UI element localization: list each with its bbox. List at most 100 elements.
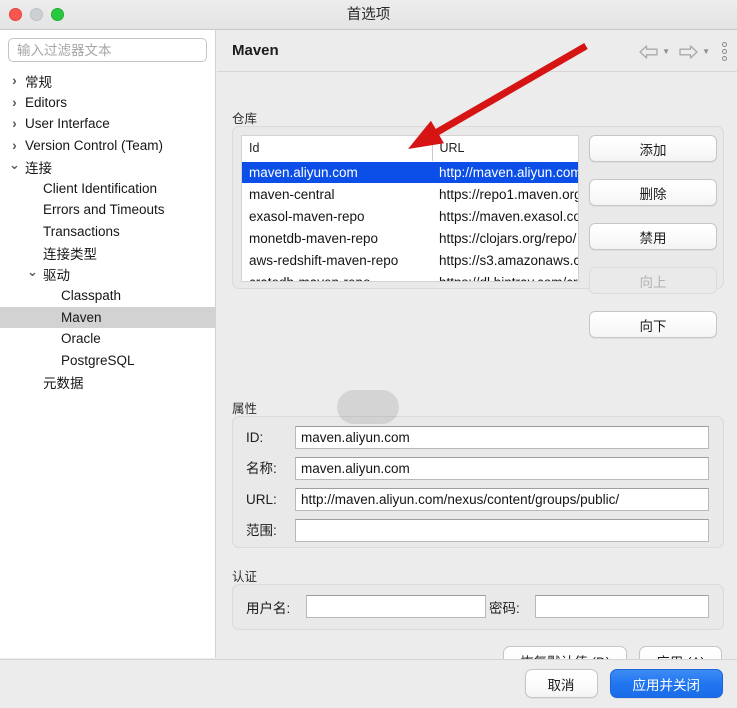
repositories-table-container[interactable]: Id URL maven.aliyun.comhttp://maven.aliy… xyxy=(241,135,579,282)
back-dropdown-caret-icon[interactable]: ▼ xyxy=(662,47,670,56)
sidebar-item-label: Maven xyxy=(61,310,102,325)
username-input[interactable] xyxy=(306,595,486,618)
username-label: 用户名: xyxy=(246,597,290,617)
cursor-artifact xyxy=(337,390,399,424)
sidebar-item-label: 连接 xyxy=(25,157,52,177)
content-header: Maven ▼ ▼ xyxy=(217,30,737,72)
sidebar-item-label: PostgreSQL xyxy=(61,353,135,368)
sidebar-item-oracle[interactable]: Oracle xyxy=(0,328,215,350)
cell-id: monetdb-maven-repo xyxy=(242,227,432,249)
sidebar-item-user-interface[interactable]: User Interface xyxy=(0,113,215,135)
sidebar-item-label: Oracle xyxy=(61,331,101,346)
cell-url: https://maven.exasol.com/artifactory/exa… xyxy=(432,205,579,227)
kebab-menu-icon[interactable] xyxy=(722,42,727,61)
back-arrow-icon[interactable] xyxy=(638,44,659,60)
property-input[interactable] xyxy=(295,457,709,480)
twisty-right-icon[interactable] xyxy=(8,116,21,131)
cell-id: maven-central xyxy=(242,183,432,205)
authentication-groupbox: 用户名: 密码: xyxy=(232,584,724,630)
sidebar-item-驱动[interactable]: 驱动 xyxy=(0,264,215,286)
column-header-id[interactable]: Id xyxy=(242,136,432,161)
column-header-url[interactable]: URL xyxy=(432,136,579,161)
twisty-right-icon[interactable] xyxy=(8,95,21,110)
cell-id: exasol-maven-repo xyxy=(242,205,432,227)
property-row: URL: xyxy=(233,488,725,511)
table-row[interactable]: maven-centralhttps://repo1.maven.org/mav… xyxy=(242,183,579,205)
sidebar-item-元数据[interactable]: 元数据 xyxy=(0,371,215,393)
repositories-table: Id URL maven.aliyun.comhttp://maven.aliy… xyxy=(242,136,579,282)
repositories-table-body: maven.aliyun.comhttp://maven.aliyun.com/… xyxy=(242,161,579,282)
property-label: 名称: xyxy=(246,457,277,480)
sidebar-item-transactions[interactable]: Transactions xyxy=(0,221,215,243)
apply-and-close-button[interactable]: 应用并关闭 xyxy=(610,669,724,698)
sidebar-item-label: Version Control (Team) xyxy=(25,138,163,153)
twisty-down-icon[interactable] xyxy=(26,267,39,281)
twisty-down-icon[interactable] xyxy=(8,160,21,174)
property-row: 范围: xyxy=(233,519,725,542)
sidebar-item-editors[interactable]: Editors xyxy=(0,92,215,114)
properties-groupbox: ID: 名称: URL: 范围: xyxy=(232,416,724,548)
cancel-button[interactable]: 取消 xyxy=(525,669,598,698)
sidebar-item-postgresql[interactable]: PostgreSQL xyxy=(0,350,215,372)
sidebar-item-label: 驱动 xyxy=(43,264,70,284)
table-header-row: Id URL xyxy=(242,136,579,161)
repo-button-0[interactable]: 添加 xyxy=(589,135,717,162)
sidebar-item-maven[interactable]: Maven xyxy=(0,307,215,329)
cell-url: https://clojars.org/repo/ xyxy=(432,227,579,249)
sidebar-item-连接类型[interactable]: 连接类型 xyxy=(0,242,215,264)
filter-input[interactable] xyxy=(8,38,207,62)
sidebar-item-label: Transactions xyxy=(43,224,120,239)
table-row[interactable]: aws-redshift-maven-repohttps://s3.amazon… xyxy=(242,249,579,271)
cell-url: http://maven.aliyun.com/nexus/content/gr… xyxy=(432,161,579,183)
password-label: 密码: xyxy=(489,597,520,617)
twisty-right-icon[interactable] xyxy=(8,138,21,153)
property-input[interactable] xyxy=(295,426,709,449)
cell-id: aws-redshift-maven-repo xyxy=(242,249,432,271)
table-row[interactable]: exasol-maven-repohttps://maven.exasol.co… xyxy=(242,205,579,227)
property-row: 名称: xyxy=(233,457,725,480)
sidebar-item-classpath[interactable]: Classpath xyxy=(0,285,215,307)
forward-dropdown-caret-icon[interactable]: ▼ xyxy=(702,47,710,56)
repo-button-1[interactable]: 删除 xyxy=(589,179,717,206)
cell-id: cratedb-maven-repo xyxy=(242,271,432,282)
sidebar-item-常规[interactable]: 常规 xyxy=(0,70,215,92)
authentication-group-label: 认证 xyxy=(232,566,257,585)
property-input[interactable] xyxy=(295,488,709,511)
table-row[interactable]: maven.aliyun.comhttp://maven.aliyun.com/… xyxy=(242,161,579,183)
forward-arrow-icon[interactable] xyxy=(678,44,699,60)
sidebar-item-连接[interactable]: 连接 xyxy=(0,156,215,178)
dialog-footer: 取消 应用并关闭 xyxy=(0,659,737,708)
sidebar-item-label: 元数据 xyxy=(43,372,84,392)
page-title: Maven xyxy=(232,42,279,59)
cell-url: https://s3.amazonaws.com/redshift-maven-… xyxy=(432,249,579,271)
property-label: URL: xyxy=(246,488,277,511)
cell-id: maven.aliyun.com xyxy=(242,161,432,183)
sidebar-item-label: Classpath xyxy=(61,288,121,303)
sidebar-item-label: Errors and Timeouts xyxy=(43,202,165,217)
window-titlebar: 首选项 xyxy=(0,0,737,30)
sidebar-item-errors-and-timeouts[interactable]: Errors and Timeouts xyxy=(0,199,215,221)
sidebar-item-label: 连接类型 xyxy=(43,243,97,263)
sidebar-item-label: 常规 xyxy=(25,71,52,91)
property-row: ID: xyxy=(233,426,725,449)
table-row[interactable]: monetdb-maven-repohttps://clojars.org/re… xyxy=(242,227,579,249)
repository-action-buttons: 添加删除禁用向上向下 xyxy=(589,135,717,338)
sidebar-item-client-identification[interactable]: Client Identification xyxy=(0,178,215,200)
repositories-groupbox: Id URL maven.aliyun.comhttp://maven.aliy… xyxy=(232,126,724,289)
sidebar-item-version-control-team[interactable]: Version Control (Team) xyxy=(0,135,215,157)
repo-button-2[interactable]: 禁用 xyxy=(589,223,717,250)
properties-group-label: 属性 xyxy=(232,398,257,417)
property-input[interactable] xyxy=(295,519,709,542)
sidebar-item-label: Client Identification xyxy=(43,181,157,196)
navigation-controls: ▼ ▼ xyxy=(638,42,727,61)
cell-url: https://dl.bintray.com/crate/crate/ xyxy=(432,271,579,282)
sidebar-item-label: User Interface xyxy=(25,116,110,131)
twisty-right-icon[interactable] xyxy=(8,73,21,88)
table-row[interactable]: cratedb-maven-repohttps://dl.bintray.com… xyxy=(242,271,579,282)
window-title: 首选项 xyxy=(0,0,737,30)
content-pane: Maven ▼ ▼ 仓库 Id URL xyxy=(217,30,737,658)
repo-button-3: 向上 xyxy=(589,267,717,294)
password-input[interactable] xyxy=(535,595,709,618)
repo-button-4[interactable]: 向下 xyxy=(589,311,717,338)
cell-url: https://repo1.maven.org/maven2/ xyxy=(432,183,579,205)
